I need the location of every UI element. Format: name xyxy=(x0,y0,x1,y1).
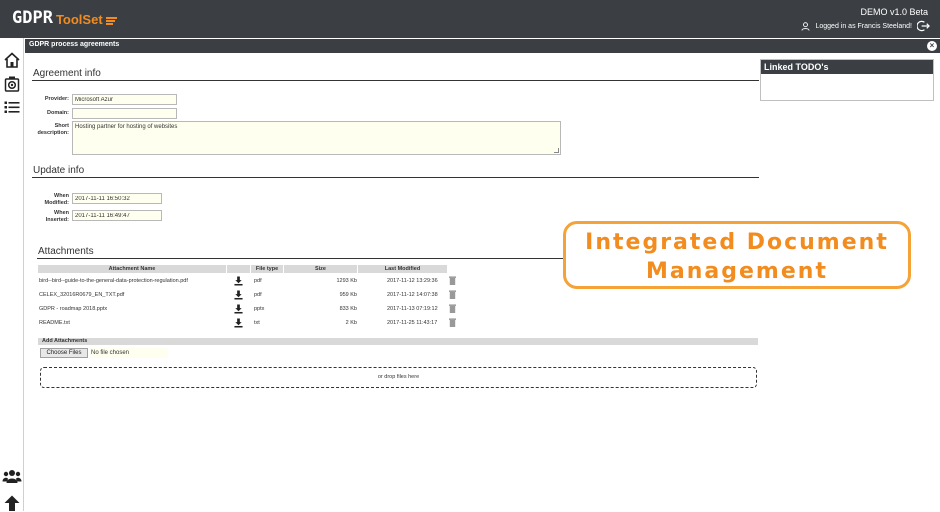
attachment-type: pdf xyxy=(254,278,262,284)
short-description-label: Short description: xyxy=(28,123,69,137)
home-icon[interactable] xyxy=(3,51,21,69)
user-info: Logged in as Francis Steeland! xyxy=(801,20,930,32)
when-modified-label: When Modified: xyxy=(30,193,69,207)
when-inserted-field[interactable] xyxy=(72,210,162,221)
linked-todos-panel: Linked TODO's xyxy=(760,59,934,101)
trash-icon[interactable] xyxy=(449,276,456,285)
when-inserted-label: When Inserted: xyxy=(30,210,69,224)
section-divider xyxy=(32,80,759,81)
short-description-field[interactable]: Hosting partner for hosting of websites xyxy=(72,121,561,155)
when-modified-field[interactable] xyxy=(72,193,162,204)
attachment-name[interactable]: CELEX_32016R0679_EN_TXT.pdf xyxy=(39,292,124,298)
attachment-size: 1293 Kb xyxy=(336,278,358,284)
attachment-name[interactable]: bird--bird--guide-to-the-general-data-pr… xyxy=(39,278,188,284)
logo-bars-icon xyxy=(105,17,117,25)
update-info-title: Update info xyxy=(33,165,85,176)
section-divider xyxy=(32,177,759,178)
short-description-label-line2: description: xyxy=(37,130,69,136)
attachment-modified: 2017-11-25 11:43:17 xyxy=(387,320,438,326)
download-icon[interactable] xyxy=(234,276,243,286)
short-description-value: Hosting partner for hosting of websites xyxy=(75,124,178,130)
users-icon[interactable] xyxy=(2,467,22,485)
attachment-modified: 2017-11-13 07:19:12 xyxy=(387,306,438,312)
attachment-modified: 2017-11-12 13:29:36 xyxy=(387,278,438,284)
banner-line-1: Integrated Document xyxy=(585,230,889,255)
attachment-type: txt xyxy=(254,320,260,326)
attachment-modified: 2017-11-12 14:07:38 xyxy=(387,292,438,298)
column-header-name[interactable]: Attachment Name xyxy=(38,265,226,273)
panel-header: GDPR process agreements × xyxy=(25,39,940,53)
provider-label: Provider: xyxy=(44,96,69,102)
add-attachments-header: Add Attachments xyxy=(38,338,758,345)
attachment-name[interactable]: GDPR - roadmap 2018.pptx xyxy=(39,306,107,312)
provider-field[interactable] xyxy=(72,94,177,105)
agreement-info-title: Agreement info xyxy=(33,68,101,79)
attachment-type: pdf xyxy=(254,292,262,298)
trash-icon[interactable] xyxy=(449,304,456,313)
attachments-title: Attachments xyxy=(38,246,94,257)
logo-text-main: GDPR xyxy=(12,8,53,28)
trash-icon[interactable] xyxy=(449,290,456,299)
when-modified-label-line1: When xyxy=(54,193,69,199)
attachment-size: 2 Kb xyxy=(345,320,357,326)
domain-field[interactable] xyxy=(72,108,177,119)
top-bar: GDPR ToolSet DEMO v1.0 Beta Logged in as… xyxy=(0,0,940,38)
column-header-download xyxy=(227,265,250,273)
attachment-size: 959 Kb xyxy=(339,292,357,298)
linked-todos-title: Linked TODO's xyxy=(761,60,933,74)
column-header-modified[interactable]: Last Modified xyxy=(358,265,447,273)
download-icon[interactable] xyxy=(234,290,243,300)
table-row: GDPR - roadmap 2018.pptx pptx 833 Kb 201… xyxy=(38,303,458,316)
list-icon[interactable] xyxy=(3,98,21,116)
when-modified-label-line2: Modified: xyxy=(44,200,69,206)
panel-title: GDPR process agreements xyxy=(29,41,120,48)
close-icon[interactable]: × xyxy=(927,41,937,51)
attachment-size: 833 Kb xyxy=(339,306,357,312)
when-inserted-label-line1: When xyxy=(54,210,69,216)
when-inserted-label-line2: Inserted: xyxy=(45,217,69,223)
attachment-type: pptx xyxy=(254,306,265,312)
download-icon[interactable] xyxy=(234,304,243,314)
download-icon[interactable] xyxy=(234,318,243,328)
file-drop-zone[interactable]: or drop files here xyxy=(40,367,757,388)
no-file-chosen-text: No file chosen xyxy=(90,348,168,358)
column-header-type[interactable]: File type xyxy=(251,265,283,273)
choose-files-button[interactable]: Choose Files xyxy=(40,348,88,358)
column-header-size[interactable]: Size xyxy=(284,265,357,273)
arrow-up-icon[interactable] xyxy=(3,494,21,512)
sidebar xyxy=(0,38,24,511)
banner-line-2: Management xyxy=(646,259,828,284)
app-version: DEMO v1.0 Beta xyxy=(860,7,928,17)
domain-label: Domain: xyxy=(47,110,69,116)
camera-settings-icon[interactable] xyxy=(3,75,21,93)
trash-icon[interactable] xyxy=(449,318,456,327)
promo-banner: Integrated Document Management xyxy=(563,221,911,289)
logout-icon[interactable] xyxy=(917,20,930,32)
resize-handle[interactable] xyxy=(554,148,559,153)
table-row: CELEX_32016R0679_EN_TXT.pdf pdf 959 Kb 2… xyxy=(38,289,458,302)
short-description-label-line1: Short xyxy=(54,123,69,129)
logged-in-text: Logged in as Francis Steeland! xyxy=(815,22,912,30)
user-icon xyxy=(801,21,811,31)
logo-text-accent: ToolSet xyxy=(55,12,103,27)
attachment-name[interactable]: README.txt xyxy=(39,320,70,326)
table-row: README.txt txt 2 Kb 2017-11-25 11:43:17 xyxy=(38,317,458,330)
table-row: bird--bird--guide-to-the-general-data-pr… xyxy=(38,275,458,288)
drop-zone-text: or drop files here xyxy=(377,374,420,380)
app-logo[interactable]: GDPR ToolSet xyxy=(12,8,117,28)
